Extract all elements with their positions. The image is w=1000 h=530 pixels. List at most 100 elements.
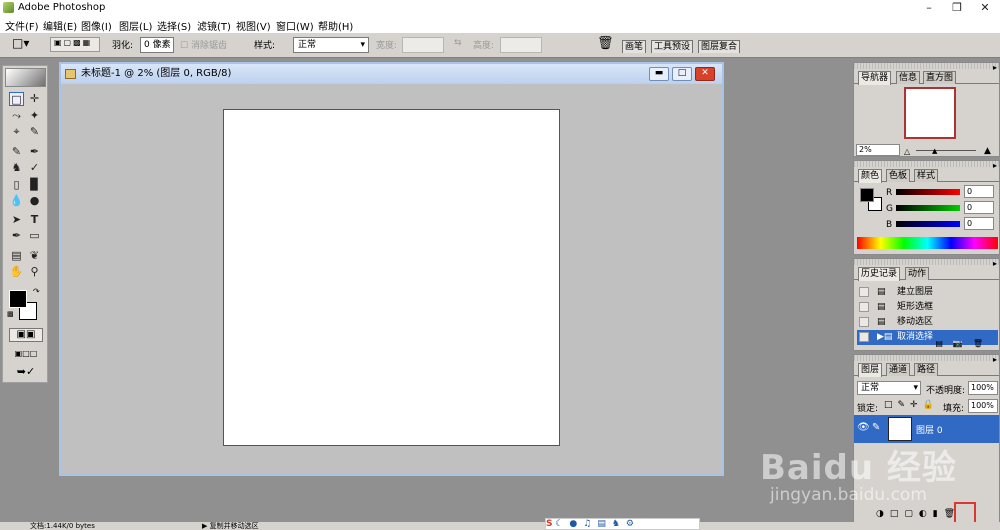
tab-actions[interactable]: 动作 [905,267,930,280]
panel-grip[interactable] [854,259,999,265]
history-snapshot-checkbox[interactable] [859,302,869,312]
tab-history[interactable]: 历史记录 [858,267,901,281]
doc-maximize-button[interactable]: □ [672,67,692,81]
feather-input[interactable]: 0 像素 [140,37,174,53]
path-select-icon[interactable]: ➤ [9,213,24,227]
tab-swatches[interactable]: 色板 [886,169,911,182]
jump-to-imageready-icon[interactable]: ➥✓ [9,365,43,379]
type-tool-icon[interactable]: T [27,213,42,227]
blur-tool-icon[interactable]: 💧 [9,194,24,208]
menu-view[interactable]: 视图(V) [236,18,271,33]
history-item[interactable]: ▤ 移动选区 [857,315,998,330]
menu-window[interactable]: 窗口(W) [276,18,314,33]
document-title-bar[interactable]: 未标题-1 @ 2% (图层 0, RGB/8) ▬ □ ✕ [61,64,722,84]
panel-grip[interactable] [854,63,999,69]
lasso-tool-icon[interactable]: ⤳ [9,109,24,123]
tab-histogram[interactable]: 直方图 [923,71,957,84]
history-snapshot-checkbox[interactable] [859,317,869,327]
pen-tool-icon[interactable]: ✒ [9,229,24,243]
green-channel-slider[interactable] [896,205,960,211]
menu-select[interactable]: 选择(S) [157,18,191,33]
antialias-checkbox[interactable]: ☐ 消除锯齿 [180,38,227,51]
tab-paths[interactable]: 路径 [914,363,939,376]
zoom-slider-thumb[interactable]: ▲ [932,147,937,155]
lock-icons[interactable]: □✎✛🔒 [884,400,939,410]
red-channel-slider[interactable] [896,189,960,195]
selection-mode-icons[interactable]: ▣▢▩▦ [50,37,100,52]
dodge-tool-icon[interactable]: ● [27,194,42,208]
eyedropper-icon[interactable]: ❦ [27,249,42,263]
screen-mode-icons[interactable]: ▣□□ [9,348,43,360]
history-item[interactable]: ▤ 建立图层 [857,285,998,300]
green-value-input[interactable]: 0 [964,201,994,214]
rect-marquee-tool-icon[interactable]: □ [9,92,24,106]
shape-tool-icon[interactable]: ▭ [27,229,42,243]
default-colors-icon[interactable]: ▩ [7,310,14,318]
swap-colors-icon[interactable]: ↷ [33,287,40,296]
foreground-color-swatch[interactable] [9,290,27,308]
menu-image[interactable]: 图像(I) [81,18,112,33]
marquee-tool-preset-icon[interactable]: □▾ [12,36,29,50]
panel-collapse-arrows[interactable] [993,64,1000,504]
quick-mask-icon[interactable]: ▣▣ [9,328,43,342]
file-browser-icon[interactable]: 🗑 [597,36,614,51]
blue-channel-slider[interactable] [896,221,960,227]
color-fg-swatch[interactable] [860,188,874,202]
panel-grip[interactable] [854,161,999,167]
doc-close-button[interactable]: ✕ [695,67,715,81]
healing-brush-icon[interactable]: ✎ [9,145,24,159]
layer-name[interactable]: 图层 0 [916,423,943,436]
magic-wand-icon[interactable]: ✦ [27,109,42,123]
menu-edit[interactable]: 编辑(E) [43,18,77,33]
tab-layers[interactable]: 图层 [858,363,883,377]
history-snapshot-checkbox[interactable] [859,287,869,297]
well-tab-layer-comps[interactable]: 图层复合 [698,40,741,53]
tab-channels[interactable]: 通道 [886,363,911,376]
history-brush-icon[interactable]: ✓ [27,161,42,175]
hand-tool-icon[interactable]: ✋ [9,265,24,279]
zoom-out-icon[interactable]: △ [904,147,910,156]
ime-toolbar[interactable]: S ☾●♫▤♞⚙ [545,518,700,530]
new-layer-button-highlight[interactable] [954,502,976,524]
doc-minimize-button[interactable]: ▬ [649,67,669,81]
close-button[interactable]: ✕ [976,1,994,15]
zoom-in-icon[interactable]: ▲ [984,146,991,156]
menu-help[interactable]: 帮助(H) [318,18,353,33]
brush-tool-icon[interactable]: ✒ [27,145,42,159]
menu-layer[interactable]: 图层(L) [119,18,152,33]
color-spectrum-bar[interactable] [857,237,998,249]
well-tab-brushes[interactable]: 画笔 [622,40,647,53]
eye-visibility-icon[interactable]: 👁 [857,422,870,433]
restore-button[interactable]: ❐ [948,1,966,15]
move-tool-icon[interactable]: ✛ [27,92,42,106]
navigator-thumbnail[interactable] [904,87,956,139]
navigator-zoom-input[interactable]: 2% [856,144,900,156]
red-value-input[interactable]: 0 [964,185,994,198]
layer-row[interactable]: 👁 ✎ 图层 0 [854,415,999,443]
slice-tool-icon[interactable]: ✎ [27,125,42,139]
eraser-tool-icon[interactable]: ▯ [9,178,24,192]
ime-tool-icons[interactable]: ☾●♫▤♞⚙ [555,519,640,529]
canvas-area[interactable] [61,84,722,474]
crop-tool-icon[interactable]: ⌖ [9,125,24,139]
height-input[interactable] [500,37,542,53]
image-canvas[interactable] [223,109,560,446]
menu-filter[interactable]: 滤镜(T) [197,18,231,33]
panel-grip[interactable] [854,355,999,361]
notes-tool-icon[interactable]: ▤ [9,249,24,263]
blend-mode-select[interactable]: 正常 ▾ [857,381,921,395]
menu-file[interactable]: 文件(F) [5,18,39,33]
tab-color[interactable]: 颜色 [858,169,883,183]
zoom-slider[interactable] [916,150,976,151]
zoom-tool-icon[interactable]: ⚲ [27,265,42,279]
minimize-button[interactable]: – [920,1,938,15]
history-item[interactable]: ▤ 矩形选框 [857,300,998,315]
width-input[interactable] [402,37,444,53]
clone-stamp-icon[interactable]: ♞ [9,161,24,175]
tab-navigator[interactable]: 导航器 [858,71,892,85]
history-footer-icons[interactable]: ▤📷🗑 [854,339,999,351]
tab-info[interactable]: 信息 [896,71,921,84]
layers-footer-icons[interactable]: ◑□▢◐▮🗑 [854,509,999,523]
blue-value-input[interactable]: 0 [964,217,994,230]
gradient-tool-icon[interactable]: ▉ [27,178,42,192]
